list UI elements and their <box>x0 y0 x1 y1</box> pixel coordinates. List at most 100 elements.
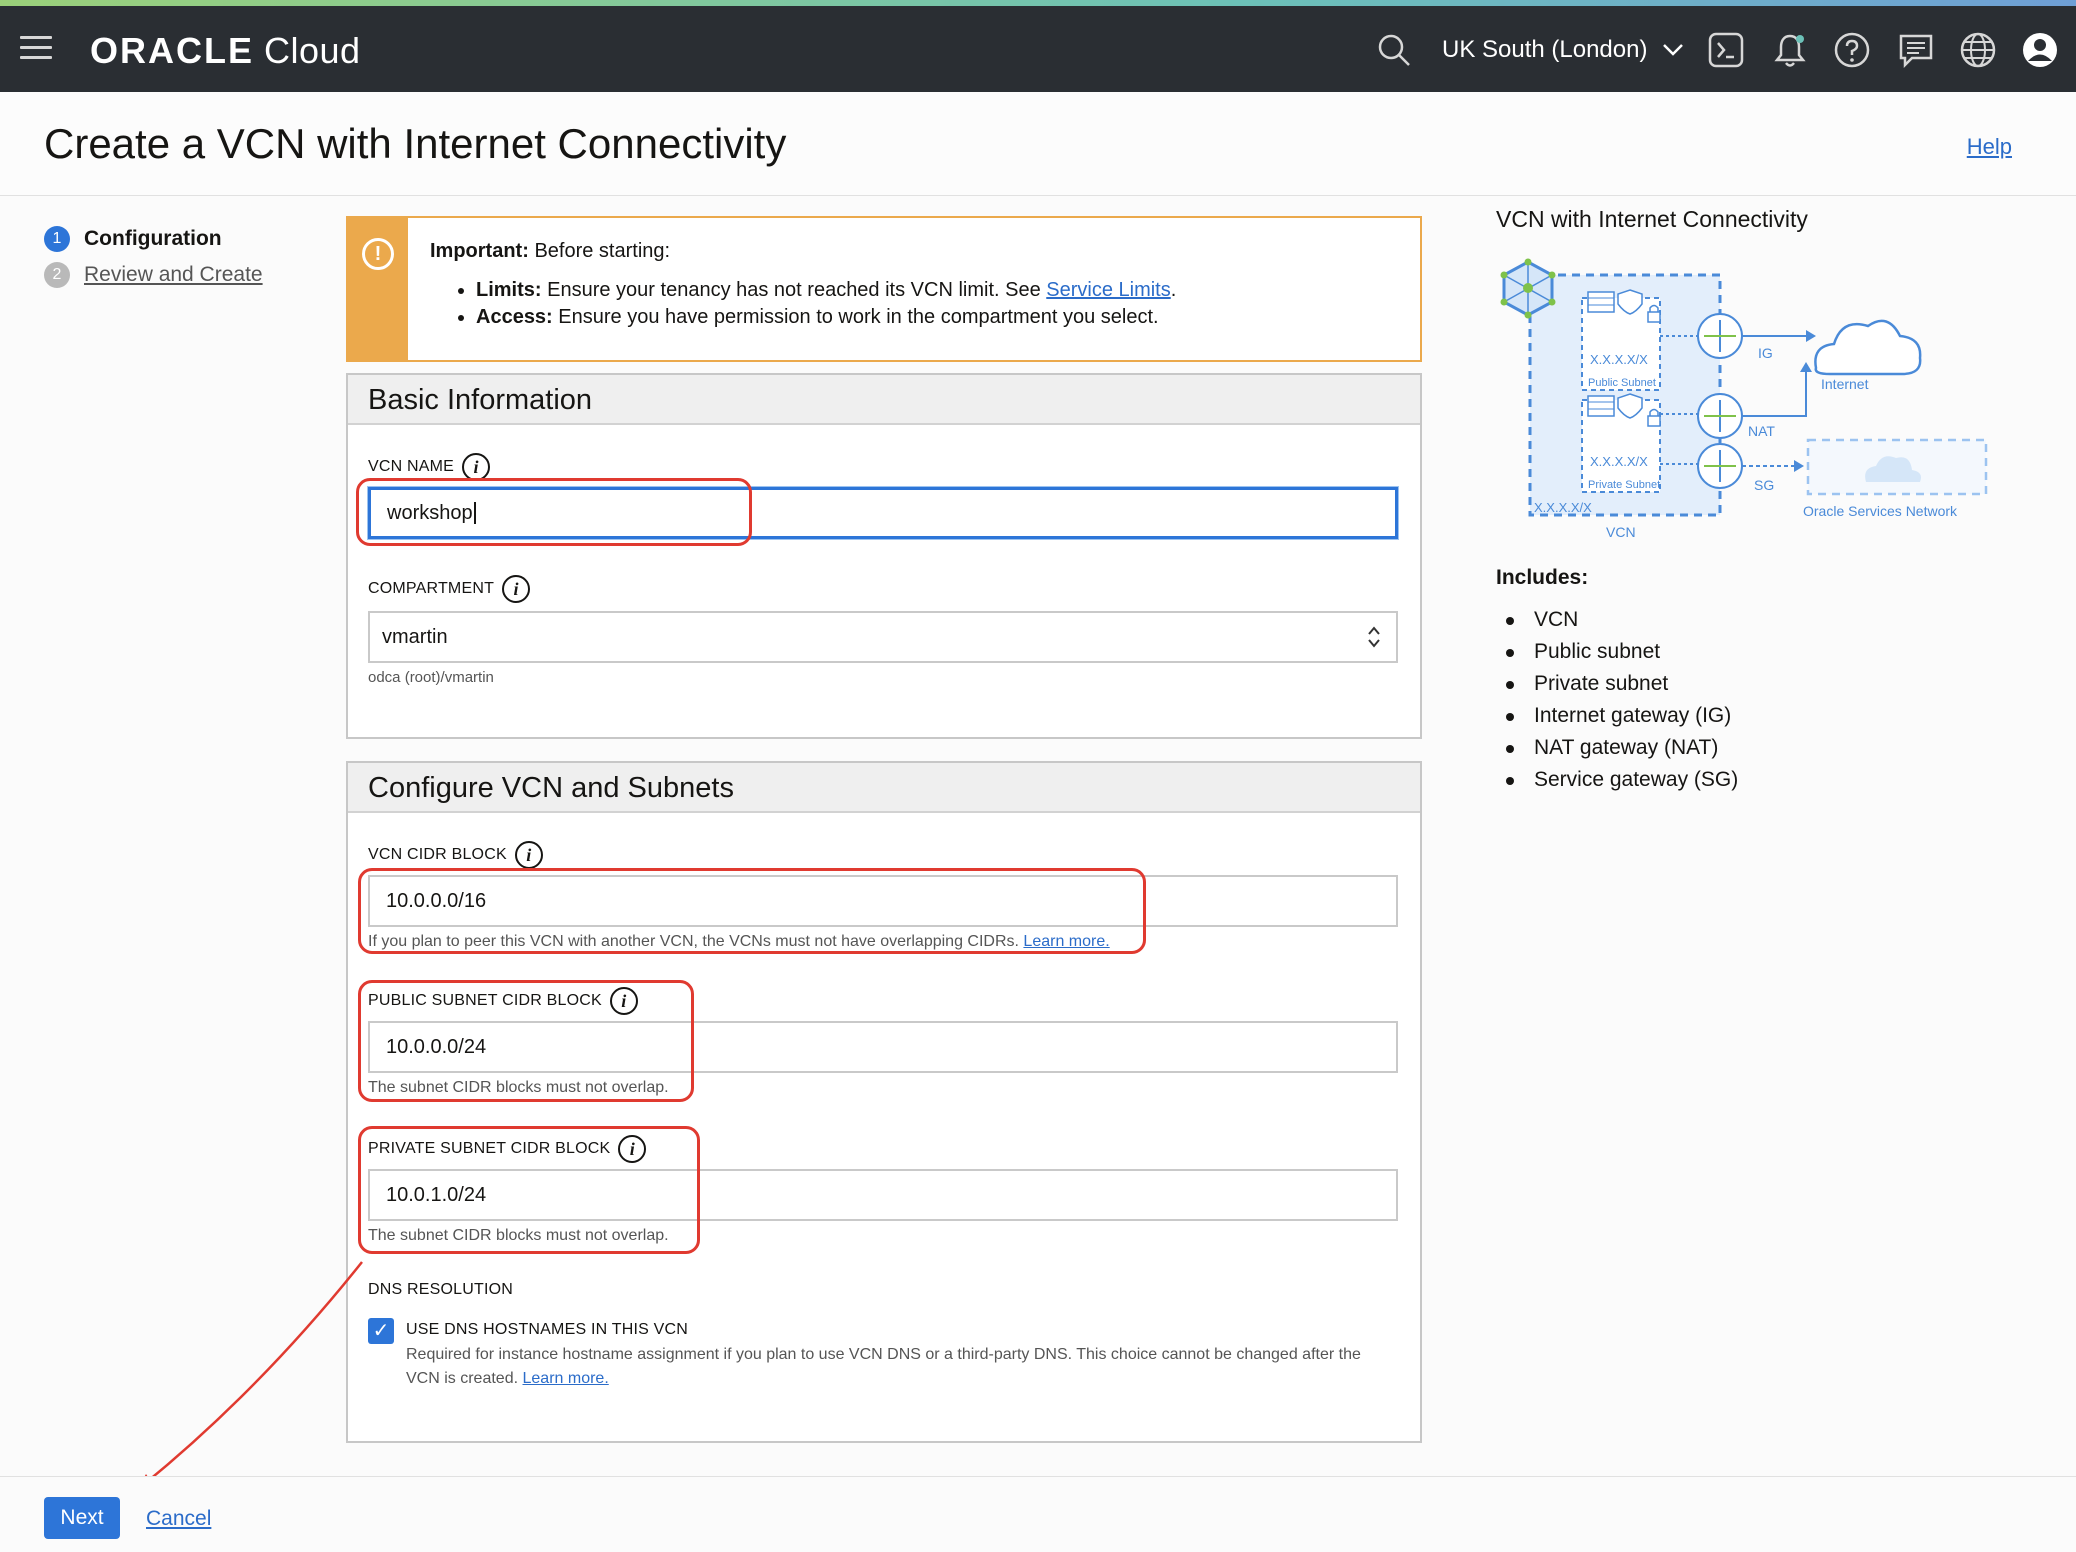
dns-help-line: Required for instance hostname assignmen… <box>406 1346 1361 1363</box>
page-title-bar: Create a VCN with Internet Connectivity … <box>0 92 2076 196</box>
step-review-and-create[interactable]: 2 Review and Create <box>44 262 263 288</box>
region-selector[interactable]: UK South (London) <box>1442 36 1684 64</box>
vcn-name-label: VCN NAME i <box>368 453 491 481</box>
notifications-bell-icon[interactable] <box>1770 30 1810 70</box>
step-number: 2 <box>44 262 70 288</box>
info-icon[interactable]: i <box>618 1135 647 1163</box>
logo-product: Cloud <box>264 30 361 71</box>
compartment-label: COMPARTMENT i <box>368 575 531 603</box>
public-subnet-cidr-label: PUBLIC SUBNET CIDR BLOCK i <box>368 987 638 1015</box>
notice-lead-bold: Important: <box>430 240 529 262</box>
notice-bar: ! <box>348 218 408 360</box>
list-item: Public subnet <box>1496 636 1738 668</box>
internet-cloud-icon <box>1814 319 1922 376</box>
dns-resolution-label: DNS RESOLUTION <box>368 1281 514 1298</box>
step-number: 1 <box>44 226 70 252</box>
internet-text: Internet <box>1821 376 1869 392</box>
notice-item-text: Ensure your tenancy has not reached its … <box>547 279 1047 301</box>
private-subnet-cidr-input[interactable] <box>368 1169 1398 1221</box>
nat-text: NAT <box>1748 423 1775 439</box>
learn-more-link[interactable]: Learn more. <box>1023 933 1109 950</box>
vcn-name-input[interactable]: workshop <box>368 487 1398 539</box>
dns-help-line: VCN is created. <box>406 1370 519 1387</box>
cancel-link[interactable]: Cancel <box>146 1507 211 1531</box>
menu-icon[interactable] <box>20 36 52 60</box>
section-heading: Basic Information <box>348 375 1420 425</box>
language-globe-icon[interactable] <box>1958 30 1998 70</box>
includes-list: VCN Public subnet Private subnet Interne… <box>1496 604 1738 796</box>
wizard-footer: Next Cancel <box>0 1476 2076 1552</box>
public-subnet-cidr-input[interactable] <box>368 1021 1398 1073</box>
text-cursor <box>473 502 476 524</box>
vcn-cidr-label: VCN CIDR BLOCK i <box>368 841 543 869</box>
step-configuration: 1 Configuration <box>44 226 263 252</box>
step-label: Configuration <box>84 227 222 250</box>
vcn-text: VCN <box>1606 524 1636 540</box>
info-icon[interactable]: i <box>514 841 543 869</box>
public-cidr-text: X.X.X.X/X <box>1590 352 1648 367</box>
list-item: Internet gateway (IG) <box>1496 700 1738 732</box>
notice-lead-text: Before starting: <box>534 240 671 262</box>
label-text: COMPARTMENT <box>368 580 495 597</box>
private-subnet-text: Private Subnet <box>1588 479 1660 491</box>
compartment-path: odca (root)/vmartin <box>368 669 494 686</box>
compartment-select[interactable]: vmartin <box>368 611 1398 663</box>
sg-text: SG <box>1754 477 1774 493</box>
input-value: workshop <box>387 502 473 524</box>
info-icon[interactable]: i <box>462 453 491 481</box>
page-title: Create a VCN with Internet Connectivity <box>44 120 787 167</box>
notice-item-text: Ensure you have permission to work in th… <box>558 306 1159 328</box>
important-notice: ! Important: Before starting: Limits: En… <box>346 216 1422 362</box>
label-text: PUBLIC SUBNET CIDR BLOCK <box>368 992 602 1009</box>
service-gateway-icon <box>1697 443 1743 489</box>
user-profile-icon[interactable] <box>2020 30 2060 70</box>
step-label[interactable]: Review and Create <box>84 263 263 287</box>
vcn-cidr-input[interactable] <box>368 875 1398 927</box>
list-item: NAT gateway (NAT) <box>1496 732 1738 764</box>
dns-hostnames-checkbox[interactable]: ✓ <box>368 1318 394 1344</box>
search-icon[interactable] <box>1374 30 1414 70</box>
private-cidr-text: X.X.X.X/X <box>1590 454 1648 469</box>
top-navigation-bar: ORACLE Cloud UK South (London) <box>0 6 2076 92</box>
notice-item-after: . <box>1170 279 1177 301</box>
label-text: VCN NAME <box>368 458 455 475</box>
info-icon[interactable]: i <box>609 987 638 1015</box>
vcn-cidr-help: If you plan to peer this VCN with anothe… <box>368 933 1110 951</box>
vcn-cidr-text: X.X.X.X/X <box>1534 500 1592 515</box>
osn-text: Oracle Services Network <box>1803 503 1958 519</box>
vcn-diagram: X.X.X.X/X Public Subnet X.X.X.X/X Privat… <box>1500 258 1988 540</box>
learn-more-link[interactable]: Learn more. <box>523 1370 609 1387</box>
dns-checkbox-label[interactable]: USE DNS HOSTNAMES IN THIS VCN <box>406 1321 688 1339</box>
service-limits-link[interactable]: Service Limits <box>1046 279 1170 301</box>
cloud-shell-icon[interactable] <box>1706 30 1746 70</box>
logo-brand: ORACLE <box>90 30 254 71</box>
help-question-icon[interactable] <box>1832 30 1872 70</box>
region-label: UK South (London) <box>1442 36 1648 63</box>
notice-item-bold: Limits: <box>476 279 542 301</box>
list-item: VCN <box>1496 604 1738 636</box>
info-icon[interactable]: i <box>502 575 531 603</box>
select-updown-icon <box>1368 626 1380 648</box>
help-text: If you plan to peer this VCN with anothe… <box>368 933 1019 950</box>
public-subnet-text: Public Subnet <box>1588 377 1656 389</box>
warning-exclamation-icon: ! <box>362 238 394 270</box>
label-text: VCN CIDR BLOCK <box>368 846 507 863</box>
public-subnet-help: The subnet CIDR blocks must not overlap. <box>368 1079 669 1096</box>
wizard-steps: 1 Configuration 2 Review and Create <box>44 226 263 298</box>
feedback-chat-icon[interactable] <box>1896 30 1936 70</box>
oracle-cloud-logo[interactable]: ORACLE Cloud <box>90 30 361 72</box>
diagram-title: VCN with Internet Connectivity <box>1496 206 1808 232</box>
notice-body: Important: Before starting: Limits: Ensu… <box>430 238 1176 331</box>
internet-gateway-icon <box>1697 313 1743 359</box>
private-subnet-help: The subnet CIDR blocks must not overlap. <box>368 1227 669 1244</box>
nat-gateway-icon <box>1697 393 1743 439</box>
private-subnet-cidr-label: PRIVATE SUBNET CIDR BLOCK i <box>368 1135 647 1163</box>
dns-help: Required for instance hostname assignmen… <box>406 1343 1361 1391</box>
chevron-down-icon <box>1663 44 1684 56</box>
help-link[interactable]: Help <box>1967 134 2012 160</box>
next-button[interactable]: Next <box>44 1497 120 1539</box>
basic-information-section: Basic Information VCN NAME i workshop COM… <box>346 373 1422 739</box>
list-item: Private subnet <box>1496 668 1738 700</box>
notice-item-access: Access: Ensure you have permission to wo… <box>476 304 1176 331</box>
list-item: Service gateway (SG) <box>1496 764 1738 796</box>
